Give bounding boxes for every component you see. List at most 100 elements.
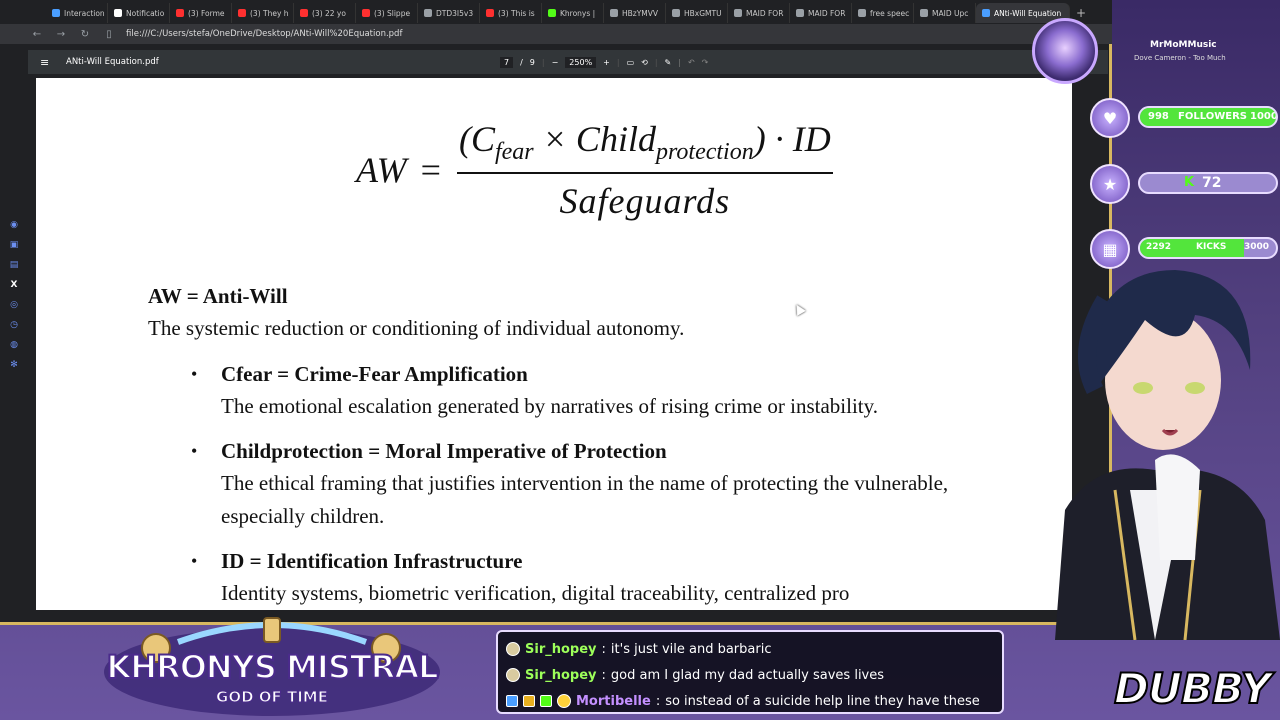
fit-page-icon[interactable]: ▭ [627,58,635,67]
followers-goal-value: 1000 [1250,111,1278,122]
circle-icon[interactable]: ◎ [10,300,18,310]
browser-tab[interactable]: (3) Slippe [356,3,418,23]
tab-favicon-icon [610,9,618,17]
pdf-title: ANti-Will Equation.pdf [66,57,159,67]
chat-username: Sir_hopey [525,641,597,657]
equation: AW = (Cfear × Childprotection) · ID Safe… [356,118,833,222]
chat-colon: : [601,641,606,657]
tab-label: (3) Slippe [374,8,411,18]
chat-text: so instead of a suicide help line they h… [665,693,980,709]
browser-tab[interactable]: HBzYMVV [604,3,666,23]
now-playing-widget: MrMoMMusic Dove Cameron - Too Much [1032,18,1270,84]
bullet-icon: • [191,441,198,461]
item-heading: ID = Identification Infrastructure [221,549,523,573]
chat-message: Sir_hopey: god am I glad my dad actually… [506,662,994,688]
browser-tab[interactable]: Interaction [46,3,108,23]
album-art [1032,18,1098,84]
zoom-out-icon[interactable]: − [552,58,559,67]
history-icon[interactable]: ◷ [10,320,18,330]
streamer-banner: KHRONYS MISTRAL GOD OF TIME [96,612,448,720]
browser-tab[interactable]: (3) Forme [170,3,232,23]
rotate-icon[interactable]: ⟲ [641,58,648,67]
kick-logo-icon: K [1184,175,1195,190]
browser-tab[interactable]: (3) This is [480,3,542,23]
browser-tab[interactable]: MAID FOR [790,3,852,23]
tab-favicon-icon [238,9,246,17]
tab-label: HBzYMVV [622,8,659,18]
item-text: The ethical framing that justifies inter… [221,471,949,495]
kick-count: 72 [1202,175,1222,191]
browser-tab[interactable]: free speec [852,3,914,23]
banner-subtitle: GOD OF TIME [216,688,329,707]
chat-colon: : [601,667,606,683]
tab-favicon-icon [114,9,122,17]
chat-username: Mortibelle [576,693,651,709]
tab-favicon-icon [672,9,680,17]
redo-icon[interactable]: ↷ [702,58,709,67]
url-field[interactable]: file:///C:/Users/stefa/OneDrive/Desktop/… [126,29,402,39]
browser-tab[interactable]: Notificatio [108,3,170,23]
equation-equals: = [420,150,441,191]
outlook-icon[interactable]: ▤ [10,260,19,270]
item-text-continued: especially children. [221,504,385,528]
tab-favicon-icon [362,9,370,17]
annotate-icon[interactable]: ✎ [665,58,672,67]
x-icon[interactable]: X [11,280,18,290]
followers-current: 998 [1148,111,1169,122]
file-icon: ▯ [106,28,112,40]
tab-label: (3) They h [250,8,289,18]
browser-tab[interactable]: MAID FOR [728,3,790,23]
paint-icon[interactable]: ◍ [10,340,18,350]
tab-favicon-icon [734,9,742,17]
browser-tab[interactable]: DTD3I5v3 [418,3,480,23]
badge-icon [506,642,520,656]
browser-tab[interactable]: MAID Upc [914,3,976,23]
stream-scene: Interaction Notificatio (3) Forme (3) They … [0,0,1280,720]
item-text: The emotional escalation generated by na… [221,394,878,418]
reload-icon[interactable]: ↻ [78,29,92,40]
browser-window: Interaction Notificatio (3) Forme (3) They … [0,0,1112,625]
badge-icon [506,668,520,682]
tab-favicon-icon [982,9,990,17]
followers-goal: ♥ 998 FOLLOWERS 1000 [1088,98,1280,138]
followers-label: FOLLOWERS [1178,111,1247,122]
browser-tab[interactable]: Khronys | [542,3,604,23]
tab-favicon-icon [858,9,866,17]
now-playing-artist: Dove Cameron - Too Much [1134,54,1226,62]
browser-tab[interactable]: (3) They h [232,3,294,23]
kicks-current: 2292 [1146,242,1172,252]
tab-favicon-icon [486,9,494,17]
item-heading: Cfear = Crime-Fear Amplification [221,362,528,386]
zoom-in-icon[interactable]: + [603,58,610,67]
tab-label: free speec [870,8,910,18]
tab-favicon-icon [920,9,928,17]
equation-fraction: (Cfear × Childprotection) · ID Safeguard… [456,118,833,222]
settings-icon[interactable]: ✻ [10,360,18,370]
aw-definition: The systemic reduction or conditioning o… [148,316,685,340]
image-icon[interactable]: ▣ [10,240,19,250]
menu-icon[interactable]: ≡ [40,56,49,69]
equation-denominator: Safeguards [559,181,731,222]
browser-side-rail: ◉ ▣ ▤ X ◎ ◷ ◍ ✻ [0,220,28,370]
zoom-level-input[interactable]: 250% [565,56,597,68]
bullet-icon: • [191,364,198,384]
chat-username: Sir_hopey [525,667,597,683]
address-bar: ← → ↻ ▯ file:///C:/Users/stefa/OneDrive/… [0,24,1112,44]
chat-text: god am I glad my dad actually saves live… [610,667,885,683]
forward-icon[interactable]: → [54,29,68,40]
chat-text: it's just vile and barbaric [610,641,772,657]
browser-tab[interactable]: HBxGMTU [666,3,728,23]
tab-label: (3) Forme [188,8,225,18]
tab-favicon-icon [176,9,184,17]
back-icon[interactable]: ← [30,29,44,40]
tab-favicon-icon [548,9,556,17]
tab-label: ANti-Will Equation [994,8,1062,18]
browser-tab[interactable]: (3) 22 yo [294,3,356,23]
tab-strip: Interaction Notificatio (3) Forme (3) They … [0,0,1112,26]
followers-goal-bar: 998 FOLLOWERS 1000 [1138,106,1278,128]
page-number-input[interactable]: 7 [500,56,514,68]
person-icon[interactable]: ◉ [10,220,18,230]
kick-count-bar: K 72 [1138,172,1278,194]
undo-icon[interactable]: ↶ [688,58,695,67]
tab-favicon-icon [424,9,432,17]
